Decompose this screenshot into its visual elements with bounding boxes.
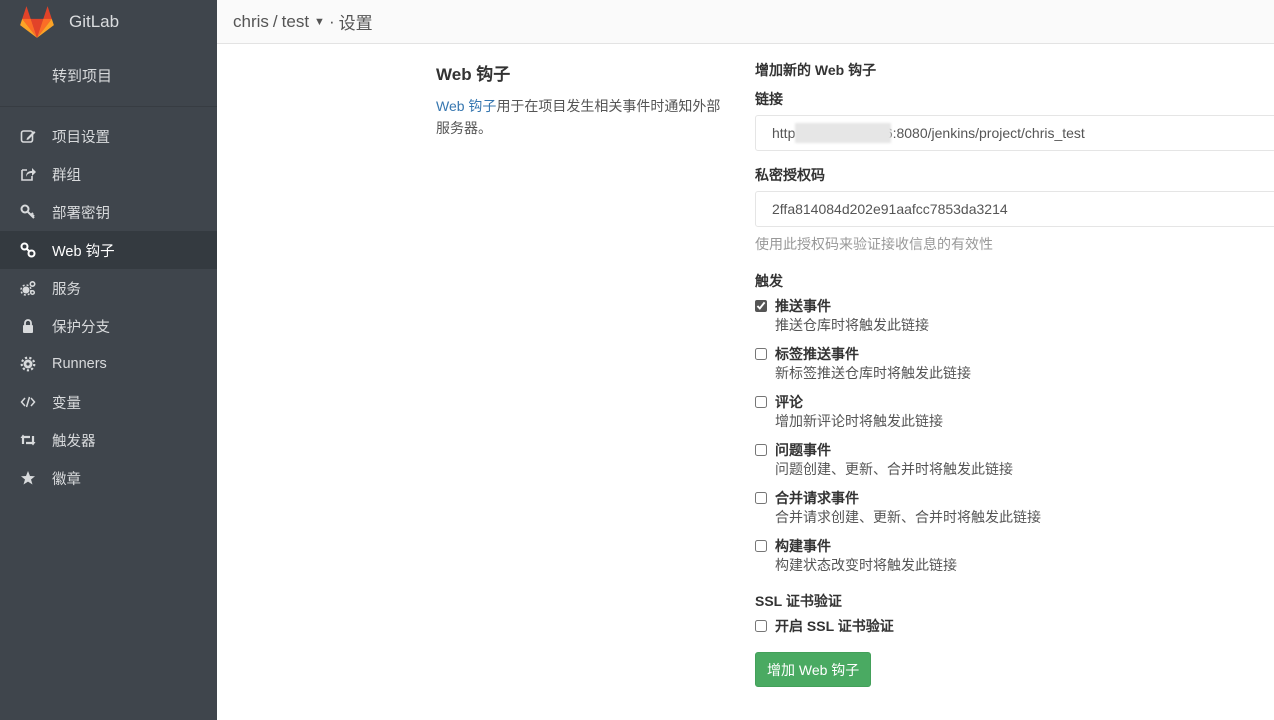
trigger-description: 构建状态改变时将触发此链接 bbox=[775, 557, 957, 573]
trigger-tag-push: 标签推送事件 新标签推送仓库时将触发此链接 bbox=[755, 345, 1274, 383]
trigger-issues: 问题事件 问题创建、更新、合并时将触发此链接 bbox=[755, 441, 1274, 479]
trigger-description: 增加新评论时将触发此链接 bbox=[775, 413, 943, 429]
merge-request-events-checkbox[interactable] bbox=[755, 492, 767, 504]
trigger-title: 构建事件 bbox=[775, 538, 831, 554]
code-icon bbox=[20, 396, 36, 408]
section-description: Web 钩子用于在项目发生相关事件时通知外部服务器。 bbox=[436, 95, 731, 139]
gitlab-logo-icon bbox=[20, 6, 54, 38]
sidebar-item-label: 服务 bbox=[52, 281, 81, 298]
breadcrumb-separator: / bbox=[272, 11, 278, 31]
trigger-title: 问题事件 bbox=[775, 442, 831, 458]
trigger-push: 推送事件 推送仓库时将触发此链接 bbox=[755, 297, 1274, 335]
breadcrumb-dot: · bbox=[328, 11, 335, 31]
sidebar-item-protected-branches[interactable]: 保护分支 bbox=[0, 307, 217, 345]
add-webhook-form: 增加新的 Web 钩子 链接 私密授权码 使用此授权码来验证接收信息的有效性 触… bbox=[755, 58, 1274, 687]
sidebar: GitLab 转到项目 项目设置 群组 部署密钥 Web 钩子 服务 保护分支 bbox=[0, 0, 217, 720]
sidebar-item-label: 群组 bbox=[52, 167, 81, 184]
sidebar-item-label: 触发器 bbox=[52, 433, 96, 450]
share-icon bbox=[21, 168, 36, 181]
trigger-description: 推送仓库时将触发此链接 bbox=[775, 317, 929, 333]
trigger-merge-requests: 合并请求事件 合并请求创建、更新、合并时将触发此链接 bbox=[755, 489, 1274, 527]
trigger-description: 问题创建、更新、合并时将触发此链接 bbox=[775, 461, 1013, 477]
sidebar-item-services[interactable]: 服务 bbox=[0, 269, 217, 307]
brand[interactable]: GitLab bbox=[0, 0, 217, 44]
sidebar-item-label: 部署密钥 bbox=[52, 205, 110, 222]
chevron-down-icon[interactable]: ▼ bbox=[314, 16, 325, 28]
trigger-label: 触发 bbox=[755, 273, 783, 289]
breadcrumb-page: 设置 bbox=[338, 14, 373, 33]
trigger-description: 新标签推送仓库时将触发此链接 bbox=[775, 365, 971, 381]
issues-events-checkbox[interactable] bbox=[755, 444, 767, 456]
redacted-region bbox=[795, 123, 891, 143]
tag-push-events-checkbox[interactable] bbox=[755, 348, 767, 360]
sidebar-item-groups[interactable]: 群组 bbox=[0, 155, 217, 193]
trigger-description: 合并请求创建、更新、合并时将触发此链接 bbox=[775, 509, 1041, 525]
ssl-checkbox-label: 开启 SSL 证书验证 bbox=[775, 618, 894, 634]
sidebar-item-runners[interactable]: Runners bbox=[0, 345, 217, 383]
edit-icon bbox=[20, 130, 36, 143]
star-icon bbox=[21, 471, 35, 485]
sidebar-item-web-hooks[interactable]: Web 钩子 bbox=[0, 231, 217, 269]
breadcrumb-project[interactable]: test bbox=[282, 12, 309, 32]
section-title: Web 钩子 bbox=[436, 65, 511, 84]
trigger-title: 评论 bbox=[775, 394, 803, 410]
secret-token-label: 私密授权码 bbox=[755, 167, 825, 183]
sidebar-item-deploy-keys[interactable]: 部署密钥 bbox=[0, 193, 217, 231]
brand-name: GitLab bbox=[69, 12, 120, 31]
push-events-checkbox[interactable] bbox=[755, 300, 767, 312]
webhooks-doc-link[interactable]: Web 钩子 bbox=[436, 98, 496, 114]
build-events-checkbox[interactable] bbox=[755, 540, 767, 552]
url-label: 链接 bbox=[755, 91, 783, 107]
goto-project-link[interactable]: 转到项目 bbox=[0, 44, 217, 107]
sidebar-item-label: 保护分支 bbox=[52, 319, 110, 336]
trigger-title: 标签推送事件 bbox=[775, 346, 859, 362]
trigger-title: 推送事件 bbox=[775, 298, 831, 314]
sidebar-item-label: 徽章 bbox=[52, 471, 81, 488]
lock-icon bbox=[23, 319, 33, 333]
breadcrumb-namespace[interactable]: chris bbox=[233, 12, 269, 32]
sidebar-item-triggers[interactable]: 触发器 bbox=[0, 421, 217, 459]
sidebar-item-badges[interactable]: 徽章 bbox=[0, 459, 217, 497]
sidebar-item-label: 项目设置 bbox=[52, 129, 110, 146]
add-webhook-button[interactable]: 增加 Web 钩子 bbox=[755, 652, 872, 687]
title-bar: chris / test ▼ · 设置 bbox=[217, 0, 1274, 44]
key-icon bbox=[20, 204, 35, 219]
secret-token-help: 使用此授权码来验证接收信息的有效性 bbox=[755, 236, 993, 252]
sidebar-nav: 项目设置 群组 部署密钥 Web 钩子 服务 保护分支 Runners 变量 触… bbox=[0, 117, 217, 497]
comments-checkbox[interactable] bbox=[755, 396, 767, 408]
trigger-comments: 评论 增加新评论时将触发此链接 bbox=[755, 393, 1274, 431]
form-title: 增加新的 Web 钩子 bbox=[755, 62, 877, 78]
sidebar-item-label: 变量 bbox=[52, 395, 81, 412]
link-icon bbox=[20, 242, 36, 258]
retweet-icon bbox=[20, 434, 36, 446]
trigger-builds: 构建事件 构建状态改变时将触发此链接 bbox=[755, 537, 1274, 575]
sidebar-item-label: Web 钩子 bbox=[52, 243, 115, 260]
trigger-title: 合并请求事件 bbox=[775, 490, 859, 506]
sidebar-item-variables[interactable]: 变量 bbox=[0, 383, 217, 421]
gear-icon bbox=[20, 356, 36, 372]
webhooks-info: Web 钩子 Web 钩子用于在项目发生相关事件时通知外部服务器。 bbox=[436, 60, 731, 139]
cogs-icon bbox=[20, 280, 36, 296]
sidebar-item-project-settings[interactable]: 项目设置 bbox=[0, 117, 217, 155]
secret-token-input[interactable] bbox=[755, 191, 1274, 227]
sidebar-item-label: Runners bbox=[52, 356, 107, 372]
ssl-label: SSL 证书验证 bbox=[755, 593, 842, 609]
ssl-verification-checkbox[interactable] bbox=[755, 620, 767, 632]
